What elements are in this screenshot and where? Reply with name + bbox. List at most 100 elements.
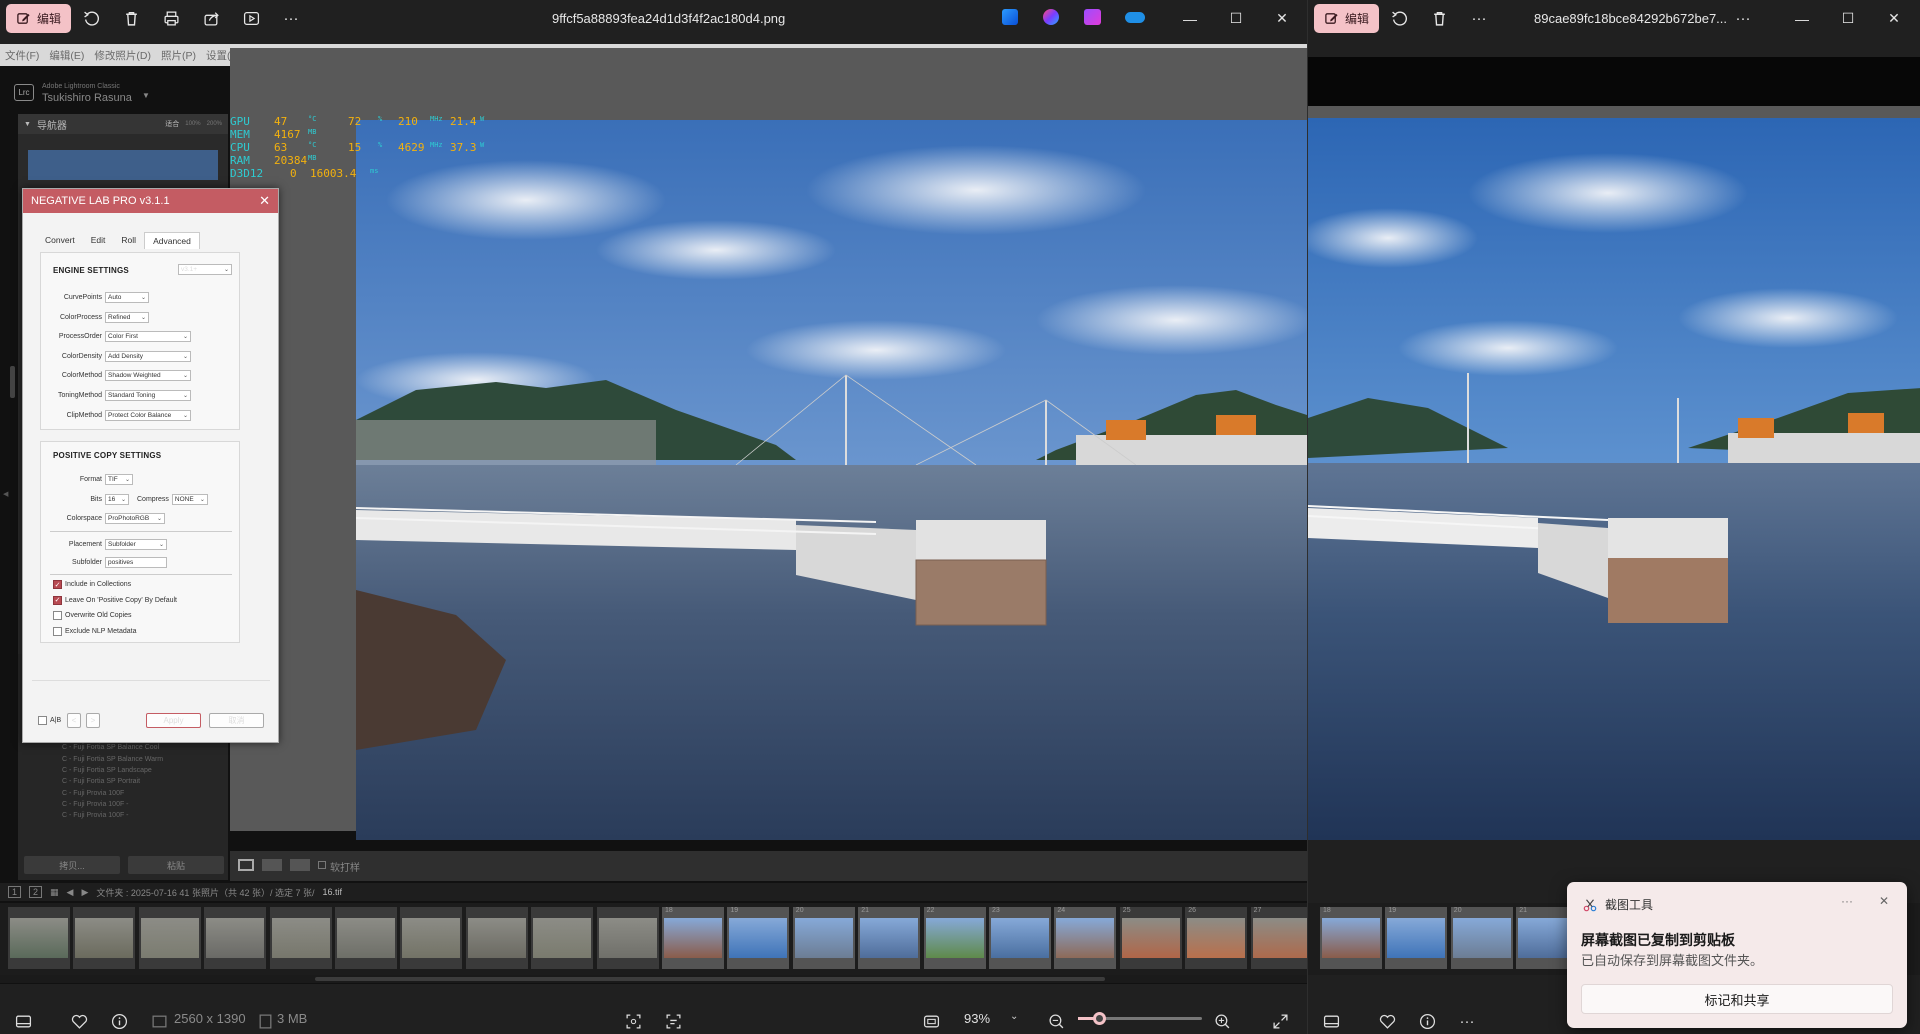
film-thumbnail[interactable]: 18 [1320,907,1382,969]
paste-settings-button[interactable]: 粘贴 [128,856,224,874]
film-thumbnail[interactable] [8,907,70,969]
film-thumbnail[interactable]: 19 [727,907,790,969]
film-thumbnail[interactable] [465,907,528,969]
apply-button[interactable]: Apply [146,713,201,728]
filmstrip-toggle-icon[interactable] [12,1010,34,1032]
forward-icon[interactable]: ▶ [81,887,88,898]
checkbox[interactable]: ✓ [53,580,62,589]
close-button[interactable]: ✕ [1259,0,1305,37]
loupe-view-icon[interactable] [238,859,254,871]
nlp-tab[interactable]: Roll [113,232,144,249]
nav-fit[interactable]: 适合 [165,119,179,129]
main-photo[interactable] [356,120,1307,840]
film-thumbnail[interactable]: 21 [858,907,921,969]
film-thumbnail[interactable] [73,907,136,969]
navigator-header[interactable]: ▼ 导航器 适合 100% 200% [18,114,228,134]
softproof-checkbox[interactable] [318,861,326,869]
onedrive-icon[interactable] [1125,12,1145,23]
cancel-button[interactable]: 取消 [209,713,264,728]
more-icon[interactable]: ··· [271,0,311,37]
lr-menu-item[interactable]: 文件(F) [5,48,39,63]
film-thumbnail[interactable] [204,907,267,969]
nlp-tab[interactable]: Edit [83,232,114,249]
bits-select[interactable]: 16 ⌄ [105,494,129,505]
ab-toggle[interactable]: A|B [38,716,61,725]
screen-2-icon[interactable]: 2 [29,886,43,898]
right-close-button[interactable]: ✕ [1871,0,1917,37]
engine-row-select[interactable]: Auto ⌄ [105,292,149,303]
lr-menu-item[interactable]: 照片(P) [161,48,196,63]
nlp-checkbox-row[interactable]: ✓ Include in Collections [53,580,131,589]
zoom-slider-thumb[interactable] [1093,1012,1106,1025]
favorite-icon[interactable] [68,1010,90,1032]
placement-select[interactable]: Subfolder ⌄ [105,539,167,550]
print-icon[interactable] [151,0,191,37]
engine-row-select[interactable]: Standard Toning ⌄ [105,390,191,401]
engine-row-select[interactable]: Protect Color Balance ⌄ [105,409,191,421]
zoom-out-icon[interactable] [1045,1010,1067,1032]
film-thumbnail[interactable]: 20 [1450,907,1513,969]
nav-zoom-200[interactable]: 200% [207,121,222,127]
right-edit-button[interactable]: 编辑 [1314,4,1380,33]
fit-to-window-icon[interactable] [920,1010,942,1032]
rotate-icon[interactable] [71,0,111,37]
more-icon[interactable]: ··· [1456,1010,1478,1032]
toast-close-icon[interactable]: ✕ [1879,894,1889,908]
checkbox[interactable] [53,626,62,636]
colorspace-select[interactable]: ProPhotoRGB ⌄ [105,513,165,524]
nlp-close-icon[interactable]: ✕ [259,193,270,209]
rotate-icon[interactable] [1379,0,1419,37]
nlp-checkbox-row[interactable]: Exclude NLP Metadata [53,626,136,636]
back-icon[interactable]: ◀ [67,887,74,898]
more-icon[interactable]: ··· [1459,0,1499,37]
left-panel-toggle[interactable]: ◀ [3,490,8,498]
nlp-tab[interactable]: Advanced [144,232,200,249]
film-thumbnail[interactable]: 19 [1385,907,1448,969]
compare-view-icon[interactable] [262,859,282,871]
copy-settings-button[interactable]: 拷贝... [24,856,120,874]
subfolder-input[interactable]: positives [105,557,167,568]
tray-app-icon-1[interactable] [1002,9,1018,25]
preset-item[interactable]: C - Fuji Provia 100F - [62,812,129,825]
nlp-tab[interactable]: Convert [37,232,83,249]
lr-menu-item[interactable]: 编辑(E) [49,48,84,63]
engine-row-select[interactable]: Add Density ⌄ [105,350,191,362]
screen-1-icon[interactable]: 1 [8,886,22,898]
next-button[interactable]: > [86,713,100,728]
delete-icon[interactable] [111,0,151,37]
right-minimize-button[interactable]: — [1779,0,1825,37]
film-thumbnail[interactable] [400,907,463,969]
film-thumbnail[interactable] [269,907,332,969]
nav-zoom-100[interactable]: 100% [185,121,200,127]
maximize-button[interactable]: ☐ [1213,0,1259,37]
right-maximize-button[interactable]: ☐ [1825,0,1871,37]
share-icon[interactable] [191,0,231,37]
lr-menu-item[interactable]: 修改照片(D) [94,48,151,63]
filmstrip-scrollbar[interactable] [0,975,1307,983]
film-thumbnail[interactable] [138,907,201,969]
film-thumbnail[interactable]: 27 [1250,907,1307,969]
engine-row-select[interactable]: Shadow Weighted ⌄ [105,370,191,382]
toast-share-button[interactable]: 标记和共享 [1581,984,1893,1014]
copilot-icon[interactable] [1043,9,1059,25]
format-select[interactable]: TIF ⌄ [105,474,133,485]
film-thumbnail[interactable]: 26 [1185,907,1248,969]
grid-icon[interactable]: ▦ [50,887,59,898]
film-thumbnail[interactable]: 22 [923,907,986,969]
delete-icon[interactable] [1419,0,1459,37]
favorite-icon[interactable] [1376,1010,1398,1032]
info-icon[interactable] [1416,1010,1438,1032]
prev-button[interactable]: < [67,713,81,728]
zoom-level[interactable]: 93% [964,1011,990,1026]
film-thumbnail[interactable] [596,907,659,969]
compress-select[interactable]: NONE ⌄ [171,494,208,505]
film-thumbnail[interactable]: 24 [1054,907,1117,969]
navigator-preview[interactable] [28,150,218,180]
checkbox[interactable]: ✓ [53,595,62,605]
minimize-button[interactable]: — [1167,0,1213,37]
film-thumbnail[interactable] [335,907,397,969]
nlp-checkbox-row[interactable]: Overwrite Old Copies [53,611,132,620]
film-thumbnail[interactable] [531,907,594,969]
film-thumbnail[interactable]: 25 [1119,907,1182,969]
checkbox[interactable] [38,716,47,725]
